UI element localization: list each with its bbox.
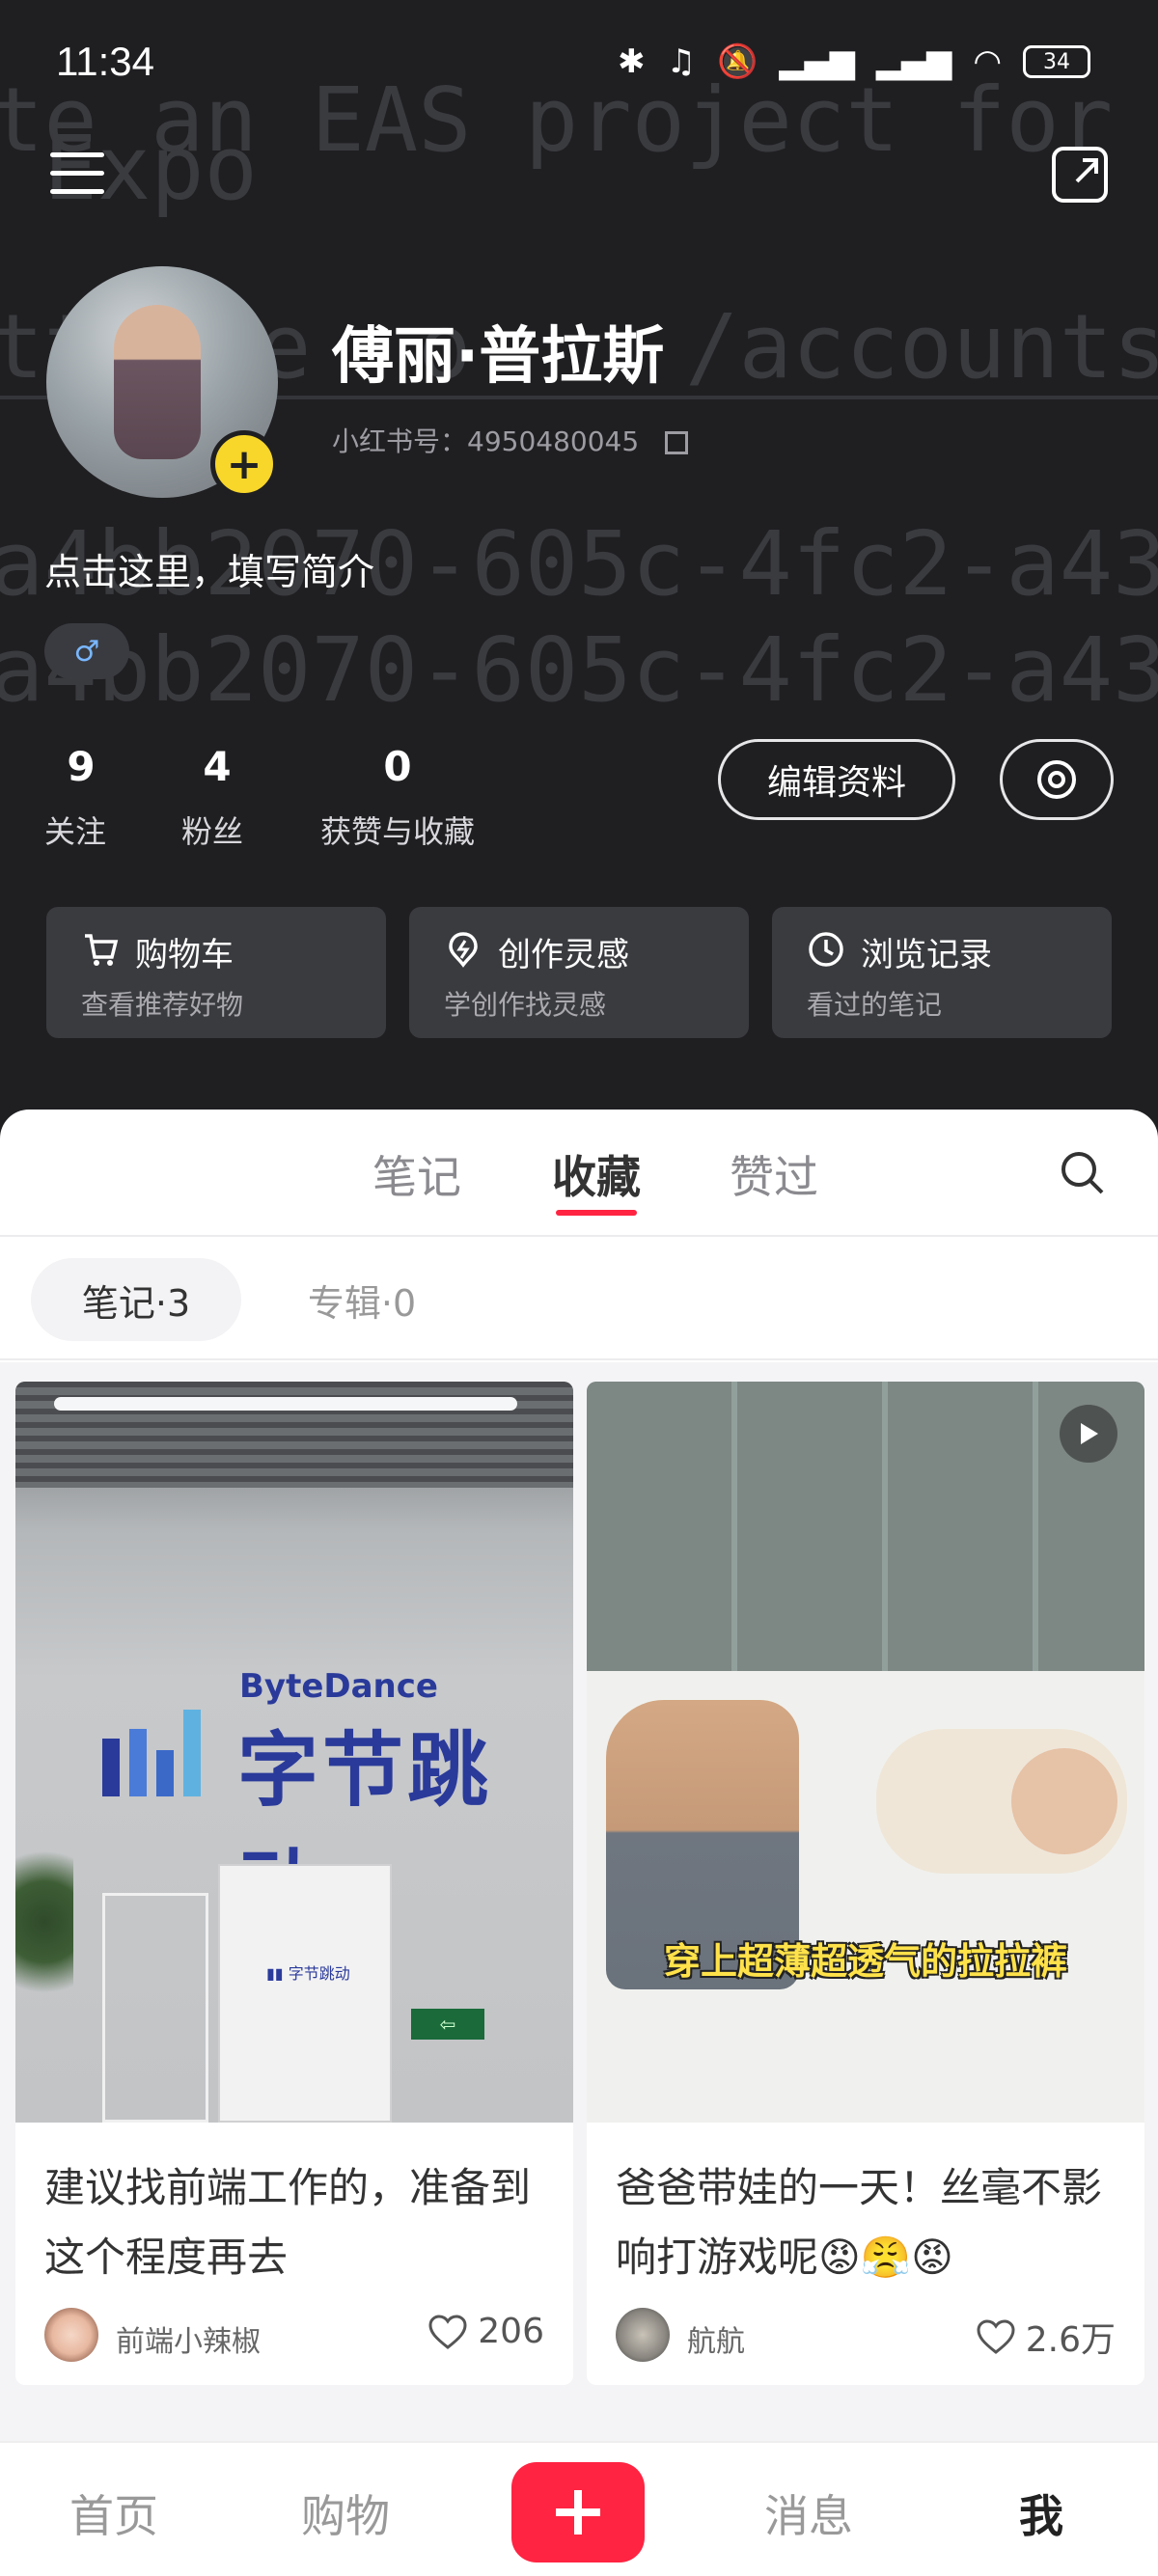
- user-name: 傅丽·普拉斯: [332, 321, 665, 393]
- cart-icon: [85, 934, 119, 966]
- add-avatar-button[interactable]: +: [210, 430, 278, 498]
- gear-icon: [1037, 760, 1076, 799]
- shortcut-title: 创作灵感: [498, 936, 629, 974]
- shortcut-cart[interactable]: 购物车 查看推荐好物: [46, 907, 386, 1038]
- publish-button[interactable]: [511, 2462, 645, 2562]
- like-button[interactable]: 206: [427, 2312, 544, 2351]
- stat-value: 0: [383, 743, 412, 790]
- active-tab-indicator: [556, 1210, 637, 1216]
- heart-icon: [977, 2319, 1015, 2354]
- note-cover-image: ByteDance 字节跳动 ▮▮ 字节跳动 ⇦: [15, 1382, 573, 2123]
- profile-header: te an EAS project for @y Expo tt /e o /a…: [0, 0, 1158, 1138]
- menu-button[interactable]: [50, 152, 104, 195]
- shortcut-subtitle: 查看推荐好物: [81, 989, 244, 1021]
- search-icon[interactable]: [1058, 1148, 1108, 1198]
- nav-me[interactable]: 我: [1019, 2481, 1063, 2545]
- image-rack: [102, 1893, 208, 2123]
- subtab-albums[interactable]: 专辑·0: [280, 1258, 444, 1341]
- image-exit-sign: ⇦: [411, 2009, 484, 2040]
- headphones-icon: ♫: [666, 42, 697, 81]
- shortcut-history[interactable]: 浏览记录 看过的笔记: [772, 907, 1112, 1038]
- menu-icon-line: [50, 152, 104, 157]
- image-baby-head: [1011, 1748, 1117, 1854]
- note-card[interactable]: ByteDance 字节跳动 ▮▮ 字节跳动 ⇦ 建议找前端工作的，准备到这个程…: [15, 1382, 573, 2385]
- stat-followers[interactable]: 4 粉丝: [181, 743, 243, 852]
- share-icon: [1075, 158, 1098, 183]
- note-author[interactable]: 航航: [687, 2317, 745, 2360]
- settings-button[interactable]: [1000, 739, 1114, 820]
- menu-icon-line: [50, 189, 104, 194]
- status-icons: ✱ ♫ 🔕 ▂▄▆ ▂▄▆ ◠ 34: [618, 42, 1090, 81]
- shortcut-title: 浏览记录: [861, 936, 992, 974]
- tab-liked[interactable]: 赞过: [730, 1142, 818, 1206]
- bio-prompt[interactable]: 点击这里，填写简介: [44, 542, 374, 595]
- stat-label: 获赞与收藏: [320, 813, 476, 850]
- shortcut-inspiration[interactable]: 创作灵感 学创作找灵感: [409, 907, 749, 1038]
- status-bar: 11:34 ✱ ♫ 🔕 ▂▄▆ ▂▄▆ ◠ 34: [0, 0, 1158, 135]
- red-id[interactable]: 小红书号：4950480045: [332, 421, 689, 459]
- content-tabs: 笔记 收藏 赞过: [0, 1110, 1158, 1237]
- image-plant: [15, 1825, 73, 2018]
- like-count: 206: [478, 2312, 544, 2351]
- image-stand-label: ▮▮ 字节跳动: [266, 1964, 350, 1983]
- avatar-photo: [114, 305, 201, 459]
- stat-following[interactable]: 9 关注: [44, 743, 106, 852]
- content-panel: 笔记 收藏 赞过 笔记·3 专辑·0 ByteDance 字节跳 ▮▮ 字节跳动…: [0, 1110, 1158, 2568]
- subtab-notes[interactable]: 笔记·3: [31, 1258, 241, 1341]
- bluetooth-icon: ✱: [618, 42, 646, 81]
- gender-badge: ♂: [44, 623, 129, 679]
- note-title: 爸爸带娃的一天！丝毫不影响打游戏呢😡😤😡: [616, 2164, 1103, 2281]
- notes-feed: ByteDance 字节跳动 ▮▮ 字节跳动 ⇦ 建议找前端工作的，准备到这个程…: [0, 1362, 1158, 2568]
- nav-messages[interactable]: 消息: [764, 2481, 853, 2545]
- qr-code-icon: [665, 431, 689, 454]
- share-button[interactable]: [1052, 147, 1108, 203]
- edit-profile-button[interactable]: 编辑资料: [718, 739, 955, 820]
- bg-code-line: a4bb2070-605c-4fc2-a432-: [0, 618, 1158, 722]
- stat-value: 4: [203, 743, 232, 790]
- mute-icon: 🔕: [717, 42, 758, 81]
- shortcut-subtitle: 学创作找灵感: [444, 989, 607, 1021]
- stat-value: 9: [67, 743, 96, 790]
- bytedance-logo-icon: [102, 1710, 201, 1796]
- signal-icon: ▂▄▆: [779, 42, 855, 81]
- shortcut-subtitle: 看过的笔记: [807, 989, 943, 1021]
- note-cover-image: 穿上超薄超透气的拉拉裤: [587, 1382, 1144, 2123]
- red-id-text: 小红书号：4950480045: [332, 425, 640, 457]
- note-author[interactable]: 前端小辣椒: [116, 2317, 261, 2360]
- menu-icon-line: [50, 171, 104, 176]
- author-avatar[interactable]: [616, 2308, 670, 2362]
- wifi-icon: ◠: [973, 42, 1002, 81]
- author-avatar[interactable]: [44, 2308, 98, 2362]
- like-button[interactable]: 2.6万: [976, 2312, 1116, 2362]
- like-count: 2.6万: [1025, 2320, 1116, 2360]
- clock-icon: [809, 932, 843, 967]
- video-play-icon: [1060, 1405, 1117, 1463]
- image-stand: [218, 1864, 392, 2123]
- stat-label: 粉丝: [181, 813, 244, 850]
- battery-icon: 34: [1023, 45, 1090, 78]
- stat-likes-collects[interactable]: 0 获赞与收藏: [320, 743, 475, 852]
- stat-label: 关注: [44, 813, 107, 850]
- note-card[interactable]: 穿上超薄超透气的拉拉裤 爸爸带娃的一天！丝毫不影响打游戏呢😡😤😡 航航 2.6万: [587, 1382, 1144, 2385]
- status-time: 11:34: [56, 39, 154, 84]
- collection-subtabs: 笔记·3 专辑·0: [0, 1237, 1158, 1360]
- plus-icon: [556, 2490, 600, 2535]
- nav-shop[interactable]: 购物: [301, 2481, 390, 2545]
- image-brand-en: ByteDance: [239, 1667, 438, 1706]
- image-caption: 穿上超薄超透气的拉拉裤: [663, 1940, 1067, 1983]
- tab-notes[interactable]: 笔记: [372, 1142, 461, 1206]
- image-light: [54, 1397, 517, 1411]
- tab-collections[interactable]: 收藏: [552, 1142, 641, 1206]
- profile-page: te an EAS project for @y Expo tt /e o /a…: [0, 0, 1158, 2576]
- note-title: 建议找前端工作的，准备到这个程度再去: [44, 2164, 532, 2281]
- lightbulb-icon: [449, 932, 478, 968]
- shortcut-title: 购物车: [135, 936, 234, 974]
- bottom-nav: 首页 购物 消息 我: [0, 2441, 1158, 2576]
- nav-home[interactable]: 首页: [69, 2481, 158, 2545]
- signal-icon: ▂▄▆: [875, 42, 952, 81]
- heart-icon: [428, 2314, 467, 2349]
